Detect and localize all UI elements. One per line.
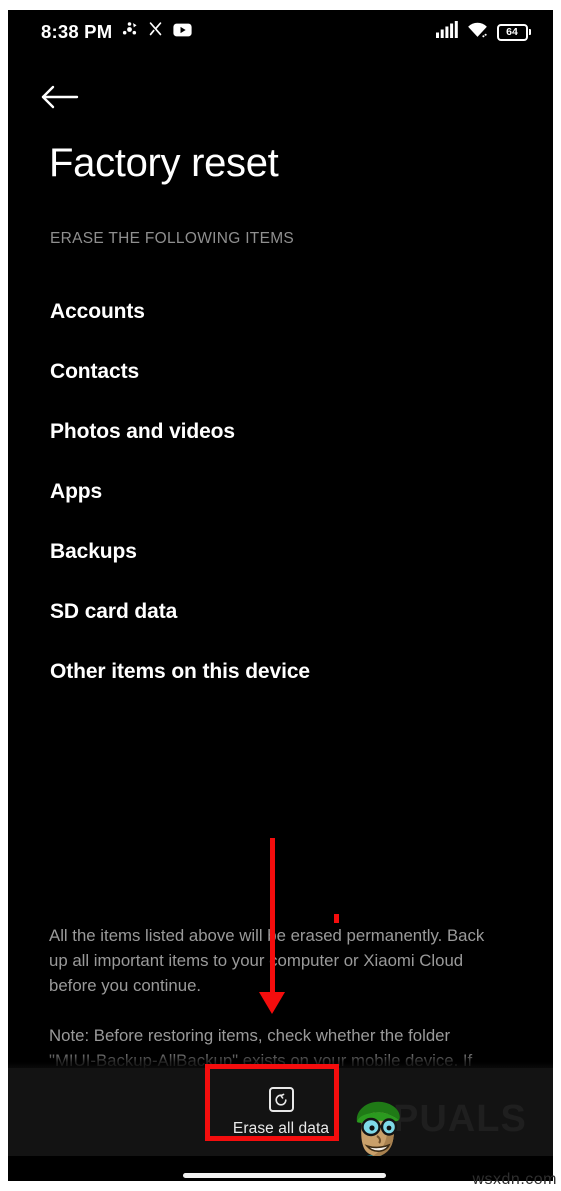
bluetooth-share-icon xyxy=(121,21,138,43)
home-indicator[interactable] xyxy=(183,1173,386,1178)
signal-bars-icon xyxy=(435,21,458,43)
footer-paragraph-2: Note: Before restoring items, check whet… xyxy=(49,1026,473,1070)
battery-body: 64 xyxy=(496,23,528,41)
phone-screenshot: 8:38 PM 64 Factory reset ERASE THE FOLLO… xyxy=(8,10,553,1181)
status-bar-right: 64 xyxy=(435,21,531,43)
erase-all-data-button[interactable]: Erase all data xyxy=(207,1076,355,1148)
erase-items-list: Accounts Contacts Photos and videos Apps… xyxy=(8,282,553,702)
section-label: ERASE THE FOLLOWING ITEMS xyxy=(50,230,295,247)
wifi-icon xyxy=(467,21,488,43)
youtube-icon xyxy=(173,23,192,42)
list-item[interactable]: Apps xyxy=(8,462,553,522)
erase-all-data-label: Erase all data xyxy=(232,1120,330,1138)
list-item[interactable]: Other items on this device xyxy=(8,642,553,702)
battery-indicator: 64 xyxy=(496,23,531,41)
status-bar: 8:38 PM 64 xyxy=(8,10,553,54)
list-item[interactable]: Backups xyxy=(8,522,553,582)
battery-tip xyxy=(529,29,531,35)
scissors-icon xyxy=(147,21,164,43)
site-watermark: wsxdn.com xyxy=(472,1171,557,1188)
status-bar-clock: 8:38 PM xyxy=(41,21,113,42)
back-button[interactable] xyxy=(40,78,82,120)
page-title: Factory reset xyxy=(49,141,279,185)
footer-paragraph-1: All the items listed above will be erase… xyxy=(49,926,485,995)
status-bar-left: 8:38 PM xyxy=(41,21,192,43)
battery-percent-label: 64 xyxy=(506,25,518,38)
list-item[interactable]: SD card data xyxy=(8,582,553,642)
reset-restore-icon xyxy=(268,1087,294,1113)
list-item[interactable]: Photos and videos xyxy=(8,402,553,462)
list-item[interactable]: Contacts xyxy=(8,342,553,402)
list-item[interactable]: Accounts xyxy=(8,282,553,342)
back-arrow-icon xyxy=(40,84,80,115)
